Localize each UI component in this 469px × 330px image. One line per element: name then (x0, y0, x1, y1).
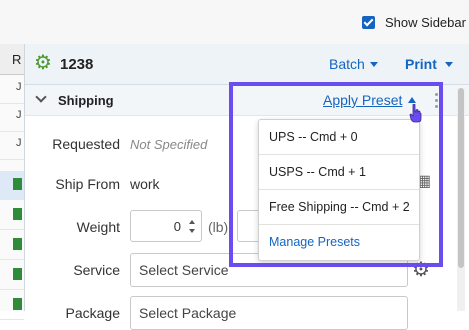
spin-up-icon[interactable] (189, 220, 195, 224)
table-row[interactable] (0, 261, 24, 290)
show-sidebar-toggle[interactable]: Show Sidebar (362, 15, 466, 30)
table-row[interactable] (0, 201, 24, 230)
weight-label: Weight (76, 219, 120, 235)
building-icon (13, 178, 22, 190)
service-placeholder: Select Service (139, 262, 229, 278)
print-button[interactable]: Print (405, 56, 453, 72)
building-icon (13, 238, 22, 250)
table-row[interactable] (0, 231, 24, 260)
cursor-hand-icon (409, 104, 422, 123)
table-row[interactable] (0, 291, 24, 320)
panel-header: ⚙ 1238 Batch Print (25, 44, 469, 85)
orders-grid-strip: R J J J (0, 44, 25, 320)
panel-scrollbar[interactable] (457, 88, 465, 311)
grid-header: R (0, 44, 24, 75)
row-glyph: J (16, 109, 22, 121)
show-sidebar-checkbox[interactable] (362, 16, 375, 29)
batch-button[interactable]: Batch (329, 56, 378, 72)
grid-header-label: R (12, 52, 22, 67)
show-sidebar-label: Show Sidebar (385, 15, 466, 30)
package-select[interactable]: Select Package (130, 296, 408, 330)
table-row[interactable]: J (0, 131, 24, 160)
building-icon (13, 298, 22, 310)
scrollbar-thumb[interactable] (458, 88, 464, 268)
table-row[interactable]: J (0, 75, 24, 104)
chevron-down-icon[interactable] (35, 91, 47, 103)
gear-icon[interactable]: ⚙ (34, 53, 52, 73)
package-placeholder: Select Package (139, 305, 237, 321)
caret-down-icon (444, 62, 453, 67)
spin-down-icon[interactable] (189, 229, 195, 233)
caret-down-icon (369, 62, 378, 67)
top-bar: Show Sidebar (0, 0, 469, 44)
ship-from-label: Ship From (55, 176, 120, 192)
package-label: Package (65, 305, 120, 321)
order-id: 1238 (60, 56, 94, 73)
building-icon (13, 208, 22, 220)
batch-label: Batch (329, 56, 365, 72)
table-row[interactable] (0, 171, 24, 200)
table-row[interactable]: J (0, 103, 24, 132)
service-label: Service (73, 262, 120, 278)
section-title: Shipping (58, 93, 114, 108)
ship-from-value: work (130, 176, 160, 192)
requested-value: Not Specified (130, 137, 208, 152)
row-glyph: J (16, 81, 22, 93)
weight-input[interactable]: 0 (130, 210, 202, 242)
requested-label: Requested (52, 136, 120, 152)
weight-value: 0 (173, 219, 181, 234)
print-label: Print (405, 56, 437, 72)
row-glyph: J (16, 137, 22, 149)
building-icon (13, 268, 22, 280)
weight-unit: (lb) (208, 219, 229, 235)
